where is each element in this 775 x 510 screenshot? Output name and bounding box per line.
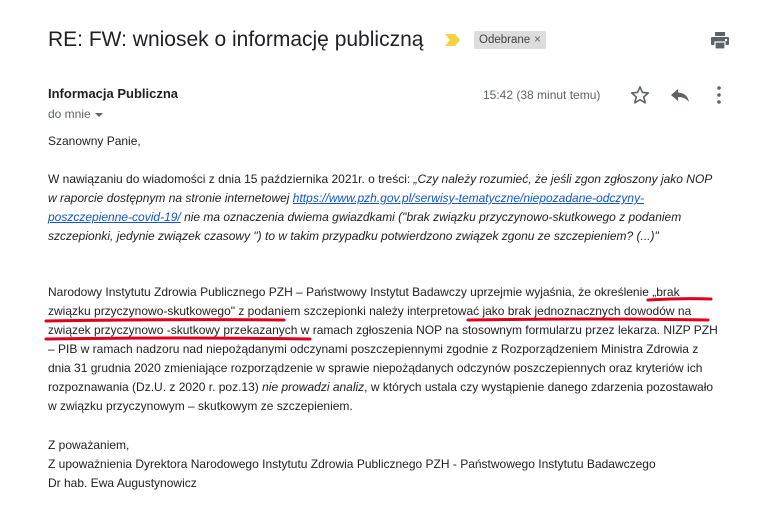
- closing-signatory: Dr hab. Ewa Augustynowicz: [48, 476, 197, 490]
- label-text: Odebrane: [479, 34, 531, 46]
- recipient-details-toggle[interactable]: do mnie: [48, 107, 103, 121]
- signature: Z poważaniem, Z upoważnienia Dyrektora N…: [48, 436, 656, 493]
- red-underline-annotations: [44, 297, 713, 341]
- importance-marker-icon[interactable]: [444, 33, 462, 47]
- star-icon[interactable]: [630, 85, 650, 105]
- closing-authority: Z upoważnienia Dyrektora Narodowego Inst…: [48, 457, 656, 471]
- reply-icon[interactable]: [670, 86, 690, 104]
- email-subject: RE: FW: wniosek o informację publiczną: [48, 28, 424, 51]
- closing-greeting: Z poważaniem,: [48, 438, 130, 452]
- chevron-down-icon: [94, 112, 103, 117]
- paragraph-quoted-question: W nawiązaniu do wiadomości z dnia 15 paź…: [48, 170, 720, 246]
- more-vert-icon[interactable]: [712, 85, 726, 105]
- print-icon[interactable]: [710, 32, 730, 50]
- subject-row: RE: FW: wniosek o informację publiczną O…: [48, 26, 775, 60]
- paragraph-explanation: Narodowy Instytutu Zdrowia Publicznego P…: [48, 283, 720, 416]
- greeting: Szanowny Panie,: [48, 134, 141, 148]
- para1-intro: W nawiązaniu do wiadomości z dnia 15 paź…: [48, 172, 414, 186]
- inbox-label-chip: Odebrane ×: [474, 31, 546, 49]
- sender-name[interactable]: Informacja Publiczna: [48, 86, 178, 101]
- para2-emphasis: nie prowadzi analiz: [262, 380, 365, 394]
- remove-label-button[interactable]: ×: [534, 34, 541, 46]
- email-timestamp: 15:42 (38 minut temu): [483, 88, 601, 102]
- recipient-label: do mnie: [48, 107, 91, 121]
- para2-main: Narodowy Instytutu Zdrowia Publicznego P…: [48, 285, 718, 394]
